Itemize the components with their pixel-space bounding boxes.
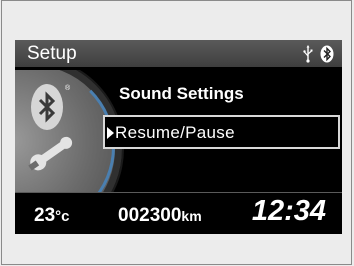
usb-icon xyxy=(302,45,313,63)
odometer-value: 002300 xyxy=(118,205,182,226)
info-display-screen: Setup ® Sound Settings Resume/Pause 23°c… xyxy=(15,40,342,234)
screen-title: Setup xyxy=(27,43,77,64)
status-bar: 23°c 002300km 12:34 xyxy=(15,192,342,234)
registered-mark: ® xyxy=(65,85,71,92)
bluetooth-logo xyxy=(31,84,63,130)
title-bar: Setup xyxy=(15,40,342,67)
clock: 12:34 xyxy=(251,195,326,227)
menu-panel: ® Sound Settings Resume/Pause xyxy=(15,70,342,192)
status-icons xyxy=(302,45,334,63)
menu-item-resume-pause[interactable]: Resume/Pause xyxy=(103,115,340,149)
menu-heading: Sound Settings xyxy=(119,84,244,103)
bluetooth-icon xyxy=(320,45,334,63)
temperature-unit: °c xyxy=(55,208,70,225)
selection-arrow-icon xyxy=(107,127,114,139)
odometer: 002300km xyxy=(118,205,202,227)
menu-item-label: Resume/Pause xyxy=(115,123,235,142)
odometer-unit: km xyxy=(181,208,202,224)
display-frame: Setup ® Sound Settings Resume/Pause 23°c… xyxy=(1,0,352,265)
bluetooth-icon xyxy=(38,91,56,123)
outside-temperature: 23°c xyxy=(34,205,69,227)
temperature-value: 23 xyxy=(34,205,56,226)
wrench-icon xyxy=(28,136,73,171)
